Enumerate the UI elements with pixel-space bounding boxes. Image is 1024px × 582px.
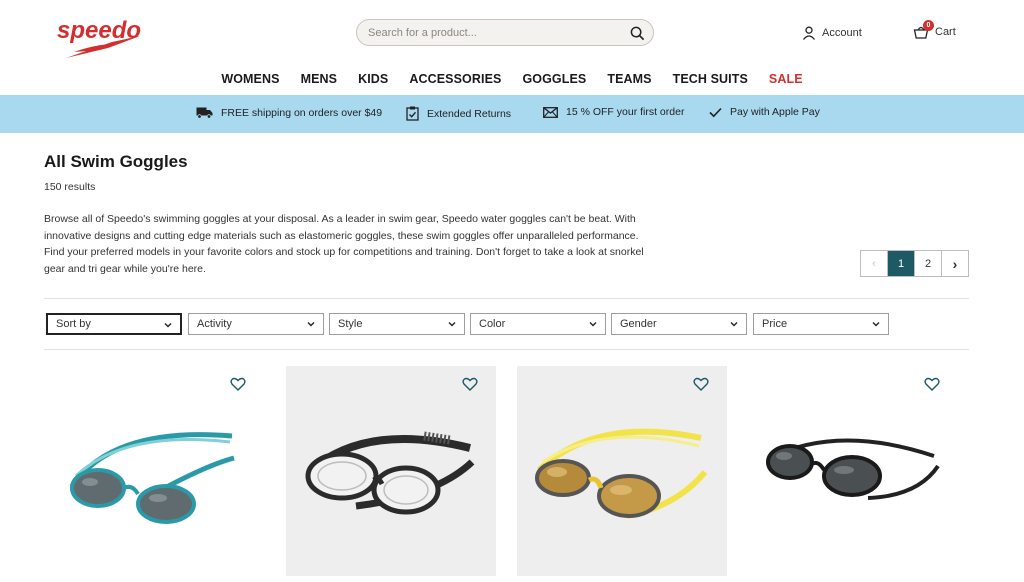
benefit-extended-returns[interactable]: Extended Returns bbox=[406, 106, 511, 121]
check-icon bbox=[709, 107, 722, 117]
nav-item-accessories[interactable]: ACCESSORIES bbox=[409, 72, 501, 90]
results-count: 150 results bbox=[44, 181, 96, 193]
product-image[interactable] bbox=[286, 366, 496, 576]
benefit-apple-pay[interactable]: Pay with Apple Pay bbox=[709, 106, 820, 118]
pagination-page-1[interactable]: 1 bbox=[888, 251, 915, 276]
search-input[interactable] bbox=[368, 24, 618, 42]
benefits-banner: FREE shipping on orders over $49 Extende… bbox=[0, 95, 1024, 133]
pagination: ‹ 1 2 › bbox=[860, 250, 969, 277]
chevron-down-icon bbox=[448, 322, 456, 327]
envelope-icon bbox=[543, 106, 558, 118]
product-image[interactable] bbox=[517, 366, 727, 576]
chevron-down-icon bbox=[730, 322, 738, 327]
main-nav: WOMENS MENS KIDS ACCESSORIES GOGGLES TEA… bbox=[0, 72, 1024, 90]
product-card[interactable] bbox=[286, 366, 496, 576]
heart-icon[interactable] bbox=[230, 376, 246, 392]
nav-item-womens[interactable]: WOMENS bbox=[221, 72, 279, 90]
product-image[interactable] bbox=[54, 366, 264, 576]
filter-label: Activity bbox=[197, 318, 232, 330]
product-image[interactable] bbox=[748, 366, 958, 576]
pagination-next-button[interactable]: › bbox=[942, 251, 968, 276]
cart-label: Cart bbox=[935, 26, 956, 38]
heart-icon[interactable] bbox=[924, 376, 940, 392]
benefit-first-order-discount[interactable]: 15 % OFF your first order bbox=[543, 106, 684, 118]
cart-count-badge: 0 bbox=[923, 20, 934, 31]
nav-item-teams[interactable]: TEAMS bbox=[607, 72, 651, 90]
product-card[interactable] bbox=[748, 366, 958, 576]
category-description: Browse all of Speedo's swimming goggles … bbox=[44, 211, 692, 277]
filter-label: Color bbox=[479, 318, 506, 330]
nav-item-mens[interactable]: MENS bbox=[301, 72, 338, 90]
nav-item-kids[interactable]: KIDS bbox=[358, 72, 388, 90]
nav-item-tech-suits[interactable]: TECH SUITS bbox=[673, 72, 748, 90]
heart-icon[interactable] bbox=[693, 376, 709, 392]
cart-icon-wrapper: 0 bbox=[913, 20, 934, 40]
style-filter[interactable]: Style bbox=[329, 313, 465, 335]
description-line: innovative designs and cutting edge mate… bbox=[44, 229, 639, 242]
description-line: Browse all of Speedo's swimming goggles … bbox=[44, 213, 636, 225]
gender-filter[interactable]: Gender bbox=[611, 313, 747, 335]
benefit-free-shipping[interactable]: FREE shipping on orders over $49 bbox=[196, 106, 382, 119]
price-filter[interactable]: Price bbox=[753, 313, 889, 335]
benefit-label: Pay with Apple Pay bbox=[730, 106, 820, 118]
heart-icon[interactable] bbox=[462, 376, 478, 392]
product-card[interactable] bbox=[517, 366, 727, 576]
product-card[interactable] bbox=[54, 366, 264, 576]
nav-item-goggles[interactable]: GOGGLES bbox=[522, 72, 586, 90]
divider bbox=[44, 349, 969, 350]
site-header: speedo Account 0 Cart WOMENS MENS KIDS A… bbox=[0, 0, 1024, 95]
user-icon bbox=[802, 26, 816, 40]
clipboard-check-icon bbox=[406, 106, 419, 121]
account-link[interactable]: Account bbox=[802, 24, 862, 42]
filter-label: Sort by bbox=[56, 318, 91, 330]
search-bar bbox=[356, 19, 654, 46]
divider bbox=[44, 298, 969, 299]
nav-item-sale[interactable]: SALE bbox=[769, 72, 803, 90]
benefit-label: 15 % OFF your first order bbox=[566, 106, 685, 118]
search-icon[interactable] bbox=[627, 23, 647, 43]
truck-icon bbox=[196, 107, 213, 119]
chevron-down-icon bbox=[164, 323, 172, 328]
benefit-label: FREE shipping on orders over $49 bbox=[221, 106, 383, 119]
account-label: Account bbox=[822, 27, 862, 39]
sort-by-select[interactable]: Sort by bbox=[46, 313, 182, 335]
description-line: gear and tri gear while you're here. bbox=[44, 262, 206, 275]
description-line: Find your preferred models in your favor… bbox=[44, 246, 644, 258]
pagination-prev-button[interactable]: ‹ bbox=[861, 251, 888, 276]
speedo-logo[interactable]: speedo bbox=[56, 14, 148, 62]
chevron-down-icon bbox=[872, 322, 880, 327]
page-title: All Swim Goggles bbox=[44, 152, 188, 171]
filter-label: Price bbox=[762, 318, 788, 330]
benefit-label: Extended Returns bbox=[427, 107, 512, 120]
chevron-down-icon bbox=[307, 322, 315, 327]
activity-filter[interactable]: Activity bbox=[188, 313, 324, 335]
chevron-down-icon bbox=[589, 322, 597, 327]
pagination-page-2[interactable]: 2 bbox=[915, 251, 942, 276]
filter-label: Style bbox=[338, 318, 363, 330]
cart-link[interactable]: 0 Cart bbox=[913, 20, 956, 42]
filter-label: Gender bbox=[620, 318, 657, 330]
color-filter[interactable]: Color bbox=[470, 313, 606, 335]
